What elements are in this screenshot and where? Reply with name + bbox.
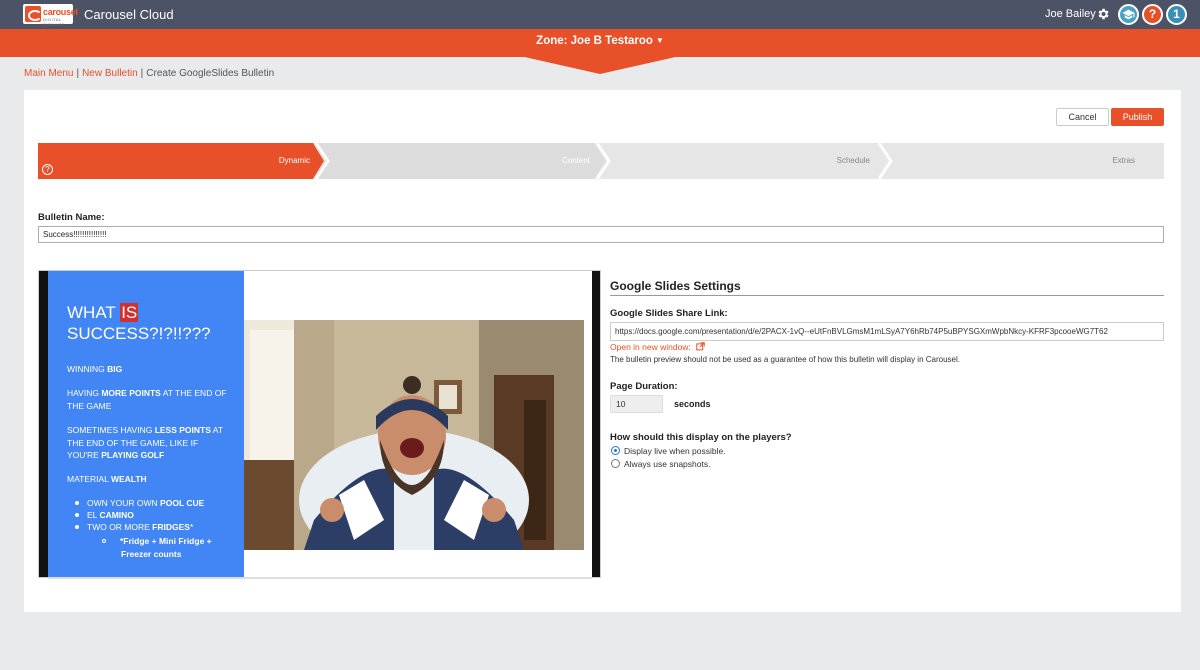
step-extras[interactable]: Extras xyxy=(1063,156,1135,165)
notification-badge[interactable]: 1 xyxy=(1166,4,1187,25)
preview-disclaimer: The bulletin preview should not be used … xyxy=(610,355,960,364)
slide-paragraph-4: Material wealth xyxy=(67,474,147,484)
bulletin-name-input[interactable] xyxy=(38,226,1164,243)
share-link-label: Google Slides Share Link: xyxy=(610,308,728,319)
page-duration-input[interactable] xyxy=(610,395,663,413)
wizard-stepper: Dynamic Content Schedule Extras xyxy=(38,143,1164,179)
display-live-option[interactable]: Display live when possible. xyxy=(611,446,726,456)
step-schedule[interactable]: Schedule xyxy=(798,156,870,165)
caret-down-icon: ▼ xyxy=(655,36,664,45)
display-live-radio[interactable] xyxy=(611,446,620,455)
slide-paragraph-1: Winning big xyxy=(67,364,123,374)
preview-scrollbar[interactable] xyxy=(48,577,592,579)
step-dynamic[interactable]: Dynamic xyxy=(238,156,310,165)
open-new-window-link[interactable]: Open in new window: xyxy=(610,342,705,352)
slide-title-highlight: is xyxy=(120,303,139,322)
cancel-button[interactable]: Cancel xyxy=(1056,108,1109,126)
bulletin-name-label: Bulletin Name: xyxy=(38,212,105,223)
publish-button[interactable]: Publish xyxy=(1111,108,1164,126)
slide-bullet-1: Own your own pool cue xyxy=(75,498,204,508)
page-duration-unit: seconds xyxy=(674,399,711,409)
training-button[interactable] xyxy=(1118,4,1139,25)
zone-selector[interactable]: Zone: Joe B Testaroo ▼ xyxy=(0,35,1200,47)
step-content[interactable]: Content xyxy=(518,156,590,165)
help-button[interactable]: ? xyxy=(1142,4,1163,25)
user-name[interactable]: Joe Bailey xyxy=(1045,8,1096,20)
zone-name: Zone: Joe B Testaroo xyxy=(536,35,653,47)
breadcrumb-new-bulletin[interactable]: New Bulletin xyxy=(82,68,138,79)
page-duration-label: Page Duration: xyxy=(610,381,678,392)
display-mode-label: How should this display on the players? xyxy=(610,432,792,443)
snapshot-radio[interactable] xyxy=(611,459,620,468)
settings-divider xyxy=(610,295,1164,296)
settings-title: Google Slides Settings xyxy=(610,279,741,293)
gear-icon[interactable] xyxy=(1096,7,1110,21)
breadcrumb-main-menu[interactable]: Main Menu xyxy=(24,68,73,79)
app-title: Carousel Cloud xyxy=(84,7,174,22)
graduation-cap-icon xyxy=(1122,9,1135,20)
slide-bullet-3: Two or more fridges* xyxy=(75,522,193,532)
slide-subbullet: *Fridge + Mini Fridge + Freezer counts xyxy=(102,535,212,560)
external-link-icon xyxy=(696,342,705,351)
carousel-logo-icon xyxy=(25,6,42,22)
breadcrumb-current: Create GoogleSlides Bulletin xyxy=(146,68,275,79)
step-help-icon[interactable]: ? xyxy=(42,164,53,175)
slide-photo xyxy=(244,320,584,550)
slide-paragraph-2: Having more points at the end of the gam… xyxy=(67,388,227,411)
share-link-input[interactable] xyxy=(610,322,1164,341)
slide-title: What is Success?!?!!??? xyxy=(67,303,211,343)
slide-bullet-2: El Camino xyxy=(75,510,134,520)
carousel-logo[interactable]: carousel DIGITAL SIGNAGE xyxy=(23,4,78,27)
slide-paragraph-3: Sometimes having less points at the end … xyxy=(67,425,223,460)
snapshot-option[interactable]: Always use snapshots. xyxy=(611,459,710,469)
logo-sub: DIGITAL SIGNAGE xyxy=(43,17,65,27)
logo-word: carousel xyxy=(43,7,78,17)
top-bar xyxy=(0,0,1200,29)
stepper-shapes xyxy=(38,143,1164,179)
breadcrumb: Main Menu | New Bulletin | Create GoogleSlid… xyxy=(24,68,275,79)
